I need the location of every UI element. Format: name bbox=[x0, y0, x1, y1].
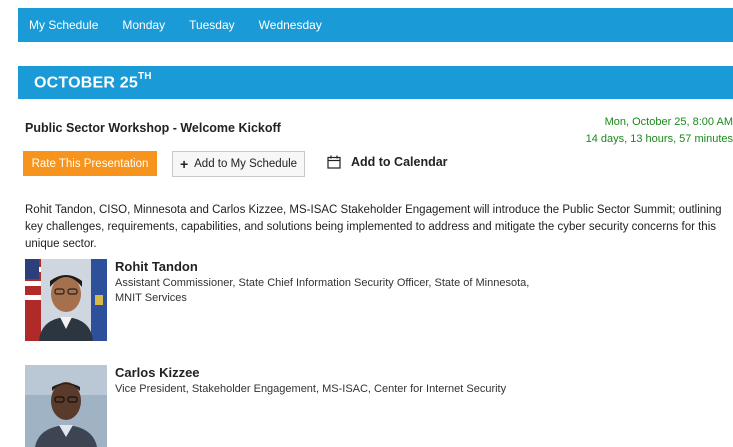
add-to-calendar-link[interactable]: Add to Calendar bbox=[327, 155, 448, 169]
nav-monday[interactable]: Monday bbox=[122, 18, 165, 32]
session-description: Rohit Tandon, CISO, Minnesota and Carlos… bbox=[25, 204, 722, 250]
speaker-title: Assistant Commissioner, State Chief Info… bbox=[115, 277, 530, 304]
add-to-calendar-label: Add to Calendar bbox=[351, 155, 448, 169]
speaker-photo bbox=[25, 365, 107, 447]
nav-wednesday[interactable]: Wednesday bbox=[259, 18, 322, 32]
day-title: OCTOBER 25TH bbox=[34, 70, 152, 92]
rate-presentation-button[interactable]: Rate This Presentation bbox=[23, 151, 157, 176]
add-to-schedule-label: Add to My Schedule bbox=[194, 158, 298, 170]
day-header: OCTOBER 25TH bbox=[18, 66, 733, 99]
session-countdown: 14 days, 13 hours, 57 minutes bbox=[585, 133, 733, 145]
speaker-photo bbox=[25, 259, 107, 341]
day-suffix: TH bbox=[137, 70, 152, 82]
session-title: Public Sector Workshop - Welcome Kickoff bbox=[25, 121, 281, 135]
plus-icon: + bbox=[179, 156, 189, 172]
top-navigation: My Schedule Monday Tuesday Wednesday bbox=[18, 8, 733, 42]
calendar-icon bbox=[327, 155, 341, 169]
session-time: Mon, October 25, 8:00 AM 14 days, 13 hou… bbox=[586, 114, 733, 148]
speaker-name: Rohit Tandon bbox=[115, 259, 198, 274]
speaker-name: Carlos Kizzee bbox=[115, 365, 200, 380]
day-label: OCTOBER 25 bbox=[34, 74, 138, 92]
nav-tuesday[interactable]: Tuesday bbox=[189, 18, 235, 32]
session-datetime: Mon, October 25, 8:00 AM bbox=[604, 116, 733, 128]
nav-my-schedule[interactable]: My Schedule bbox=[29, 18, 98, 32]
add-to-schedule-button[interactable]: + Add to My Schedule bbox=[172, 151, 305, 177]
speaker-title: Vice President, Stakeholder Engagement, … bbox=[115, 383, 507, 395]
